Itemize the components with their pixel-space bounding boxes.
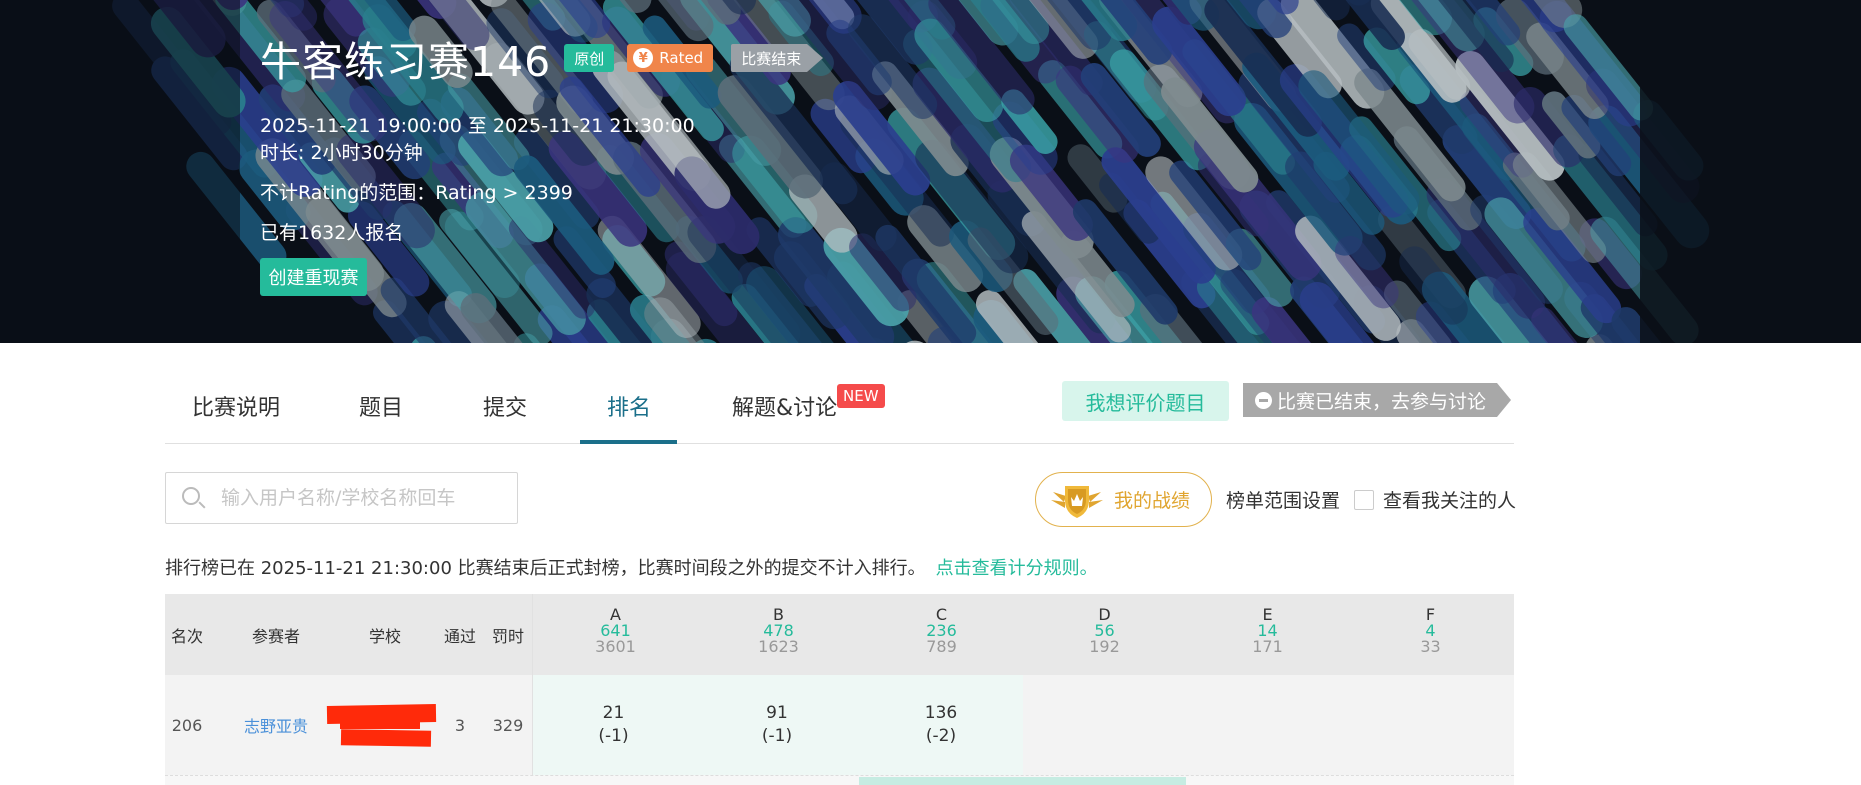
minus-circle-icon xyxy=(1255,391,1272,409)
tab-problems[interactable]: 题目 xyxy=(359,390,403,422)
tab-ranking[interactable]: 排名 xyxy=(607,390,651,422)
problem-attempted: 33 xyxy=(1420,637,1441,656)
problem-attempted: 171 xyxy=(1252,637,1283,656)
contest-ended-tag: 比赛结束 xyxy=(731,44,824,72)
table-header: 名次 参赛者 学校 通过 罚时 A 641 3601 B 478 1623 C … xyxy=(165,594,1514,675)
tab-solutions-discussion[interactable]: 解题&讨论 xyxy=(732,390,837,422)
new-badge: NEW xyxy=(837,384,885,408)
header-participant: 参赛者 xyxy=(251,626,300,646)
result-cell-c: 136 (-2) xyxy=(859,675,1023,775)
row-solved: 3 xyxy=(454,715,466,735)
header-school: 学校 xyxy=(368,626,401,646)
my-record-label: 我的战绩 xyxy=(1114,490,1191,512)
table-row-highlight xyxy=(859,777,1186,785)
header-problem-f[interactable]: F 4 33 xyxy=(1349,607,1512,655)
redaction-mark xyxy=(340,729,432,747)
problem-attempted: 1623 xyxy=(758,637,799,656)
original-tag: 原创 xyxy=(564,44,615,72)
rated-label: Rated xyxy=(659,49,704,67)
registered-count: 已有1632人报名 xyxy=(260,222,404,244)
result-time: 21 xyxy=(602,703,625,723)
tab-description[interactable]: 比赛说明 xyxy=(192,390,280,422)
redaction-mark xyxy=(340,720,420,729)
table-row xyxy=(165,775,1514,785)
problem-attempted: 3601 xyxy=(595,637,636,656)
contest-time-range: 2025-11-21 19:00:00 至 2025-11-21 21:30:0… xyxy=(260,115,695,137)
contest-title: 牛客练习赛146 xyxy=(260,38,552,86)
header-problem-c[interactable]: C 236 789 xyxy=(860,607,1023,655)
banner-fade xyxy=(0,0,240,343)
notice-text: 排行榜已在 2025-11-21 21:30:00 比赛结束后正式封榜，比赛时间… xyxy=(165,558,926,579)
header-problem-e[interactable]: E 14 171 xyxy=(1186,607,1349,655)
result-wrong-attempts: (-1) xyxy=(598,726,629,746)
result-time: 91 xyxy=(766,703,788,723)
result-time: 136 xyxy=(924,703,958,723)
scoring-rules-link[interactable]: 点击查看计分规则。 xyxy=(936,558,1098,579)
contest-duration: 时长: 2小时30分钟 xyxy=(260,142,423,164)
follow-label[interactable]: 查看我关注的人 xyxy=(1383,486,1516,513)
join-discussion-label: 比赛已结束，去参与讨论 xyxy=(1277,390,1487,413)
header-solved: 通过 xyxy=(443,626,476,646)
problem-attempted: 789 xyxy=(926,637,957,656)
row-rank: 206 xyxy=(171,715,203,735)
yen-icon: ¥ xyxy=(633,48,654,68)
evaluate-problems-button[interactable]: 我想评价题目 xyxy=(1062,381,1229,421)
rating-range: 不计Rating的范围：Rating > 2399 xyxy=(260,182,573,204)
title-row: 牛客练习赛146 原创 ¥ Rated 比赛结束 xyxy=(260,28,824,88)
table-divider xyxy=(532,594,533,785)
create-replay-button[interactable]: 创建重现赛 xyxy=(260,258,367,296)
problem-attempted: 192 xyxy=(1089,637,1120,656)
banner-fade xyxy=(1640,0,1861,343)
participant-link[interactable]: 志野亚贵 xyxy=(221,675,331,775)
follow-checkbox[interactable] xyxy=(1354,490,1374,510)
header-problem-d[interactable]: D 56 192 xyxy=(1023,607,1186,655)
result-cell-d xyxy=(1023,675,1186,775)
rated-tag: ¥ Rated xyxy=(627,44,714,72)
result-cell-f xyxy=(1349,675,1514,775)
contest-nav: 比赛说明 题目 提交 排名 解题&讨论 NEW 我想评价题目 比赛已结束，去参与… xyxy=(165,372,1514,444)
search-icon xyxy=(182,487,200,505)
tab-submissions[interactable]: 提交 xyxy=(483,390,527,422)
row-penalty: 329 xyxy=(492,715,524,735)
contest-banner: 牛客练习赛146 原创 ¥ Rated 比赛结束 2025-11-21 19:0… xyxy=(0,0,1861,343)
ranking-range-settings[interactable]: 榜单范围设置 xyxy=(1226,486,1340,513)
active-tab-underline xyxy=(580,440,677,444)
result-cell-a: 21 (-1) xyxy=(532,675,695,775)
header-rank: 名次 xyxy=(170,626,203,646)
my-record-button[interactable]: 我的战绩 xyxy=(1035,472,1212,527)
medal-icon xyxy=(1051,485,1103,518)
result-wrong-attempts: (-2) xyxy=(925,726,957,746)
search-box xyxy=(165,472,518,524)
header-problem-b[interactable]: B 478 1623 xyxy=(697,607,860,655)
search-input[interactable] xyxy=(221,473,511,523)
header-penalty: 罚时 xyxy=(491,626,524,646)
join-discussion-button[interactable]: 比赛已结束，去参与讨论 xyxy=(1243,383,1511,417)
header-problem-a[interactable]: A 641 3601 xyxy=(534,607,697,655)
result-cell-e xyxy=(1186,675,1349,775)
result-wrong-attempts: (-1) xyxy=(761,726,793,746)
ranking-notice: 排行榜已在 2025-11-21 21:30:00 比赛结束后正式封榜，比赛时间… xyxy=(165,554,1098,580)
result-cell-b: 91 (-1) xyxy=(695,675,859,775)
